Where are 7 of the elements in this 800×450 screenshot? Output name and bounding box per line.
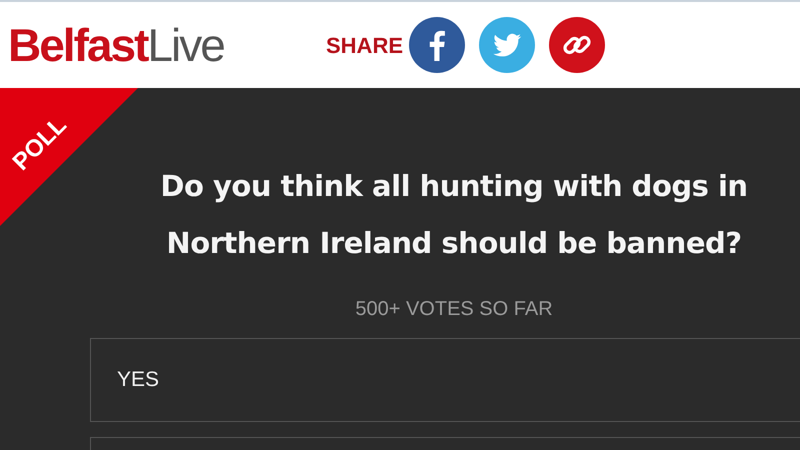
poll-question: Do you think all hunting with dogs in Northern Ireland should be banned? (159, 168, 749, 262)
link-icon[interactable] (549, 17, 606, 73)
share-label: SHARE (326, 32, 404, 60)
vote-count: 500+ VOTES SO FAR (355, 297, 553, 322)
poll-option[interactable]: YES (90, 338, 800, 422)
site-logo[interactable]: BelfastLive (8, 22, 308, 68)
facebook-icon[interactable] (409, 17, 466, 73)
